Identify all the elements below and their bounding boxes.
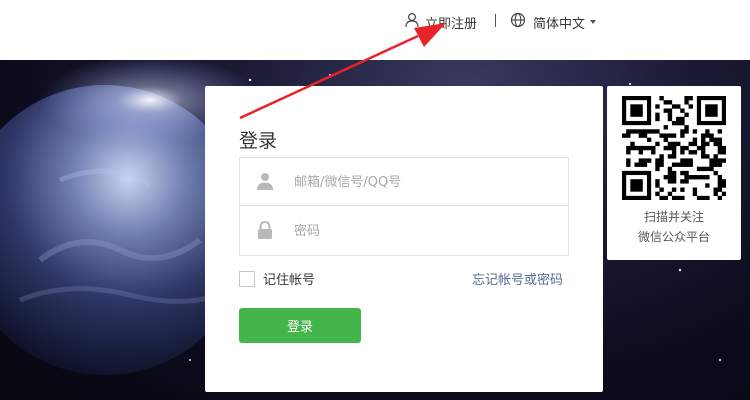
password-field-row [240, 207, 568, 255]
user-icon [404, 12, 420, 32]
header-divider [495, 14, 496, 27]
login-button[interactable]: 登录 [239, 308, 361, 343]
chevron-down-icon [590, 20, 597, 24]
login-panel: 登录 记住帐号 忘记帐号或密码 登录 [205, 86, 603, 392]
language-label: 简体中文 [533, 16, 586, 32]
forgot-password-link[interactable]: 忘记帐号或密码 [472, 269, 563, 288]
globe-icon [510, 12, 526, 32]
password-input[interactable] [294, 219, 554, 243]
login-title: 登录 [239, 130, 278, 152]
qrcode-panel: 扫描并关注 微信公众平台 [607, 86, 741, 260]
qrcode-image [622, 96, 726, 200]
remember-label: 记住帐号 [263, 273, 316, 288]
remember-checkbox[interactable] [239, 270, 255, 287]
language-selector[interactable]: 简体中文 [510, 12, 597, 32]
account-field-row [240, 158, 568, 206]
qrcode-caption-line1: 扫描并关注 [643, 210, 704, 224]
lock-icon [255, 220, 275, 240]
top-header-bar: 立即注册 简体中文 [0, 0, 750, 60]
remember-account[interactable]: 记住帐号 [239, 269, 315, 288]
qrcode-caption-line2: 微信公众平台 [637, 230, 710, 244]
register-link[interactable]: 立即注册 [404, 12, 477, 32]
user-icon [255, 171, 275, 191]
account-input[interactable] [294, 170, 554, 194]
credential-fields [239, 157, 569, 256]
register-label: 立即注册 [425, 16, 478, 32]
